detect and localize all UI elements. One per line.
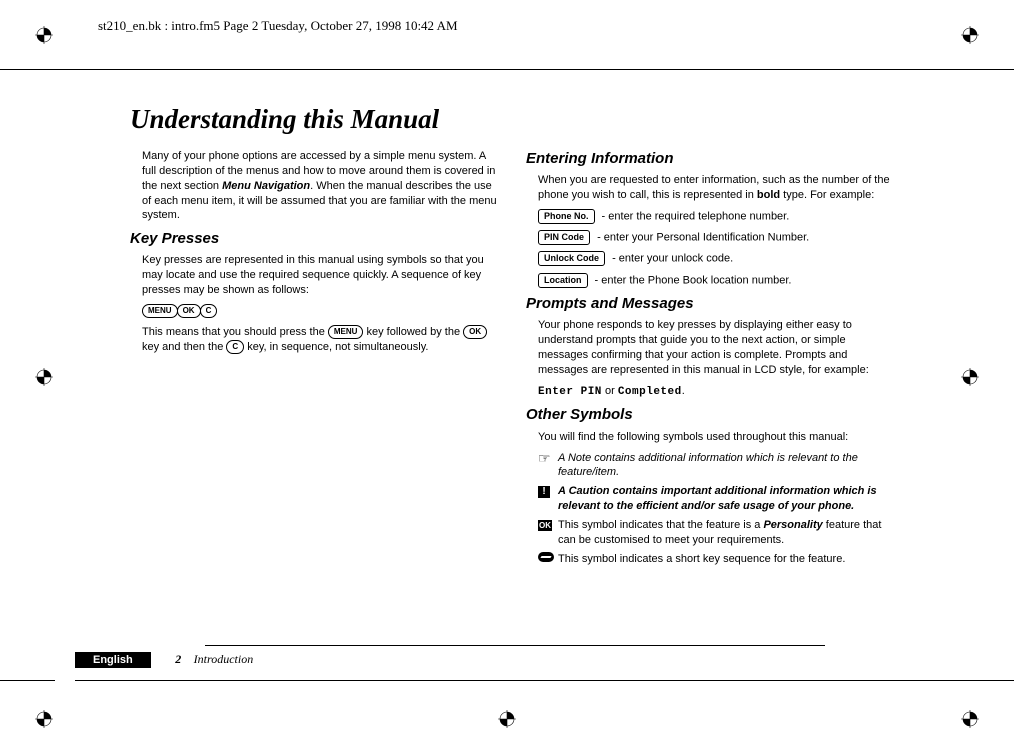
heading-other-symbols: Other Symbols [526, 405, 896, 425]
ok-key-icon: OK [177, 304, 201, 318]
lcd-text: Enter PIN [538, 386, 602, 398]
crop-mark-icon [961, 26, 979, 44]
heading-key-presses: Key Presses [130, 229, 500, 249]
crop-mark-icon [961, 368, 979, 386]
pm-example: Enter PIN or Completed. [538, 384, 896, 400]
entry-row: Phone No. - enter the required telephone… [538, 209, 896, 224]
heading-prompts: Prompts and Messages [526, 294, 896, 314]
menu-key-icon: MENU [142, 304, 178, 318]
crop-mark-icon [35, 26, 53, 44]
crop-mark-icon [35, 368, 53, 386]
left-column: Many of your phone options are accessed … [130, 149, 500, 570]
chapter-name: Introduction [194, 652, 254, 667]
intro-paragraph: Many of your phone options are accessed … [142, 149, 500, 223]
crop-mark-icon [35, 710, 53, 728]
footer-rule [75, 680, 1014, 681]
personality-row: OK This symbol indicates that the featur… [538, 518, 896, 548]
right-column: Entering Information When you are reques… [526, 149, 896, 570]
header-rule [0, 69, 1014, 70]
c-key-icon: C [200, 304, 218, 318]
pin-code-label: PIN Code [538, 230, 590, 245]
unlock-code-label: Unlock Code [538, 251, 605, 266]
pm-paragraph: Your phone responds to key presses by di… [538, 318, 896, 377]
phone-no-label: Phone No. [538, 209, 595, 224]
caution-icon: ! [538, 484, 556, 499]
page-number: 2 [175, 652, 181, 667]
shortkey-row: This symbol indicates a short key sequen… [538, 552, 896, 567]
heading-entering-info: Entering Information [526, 149, 896, 169]
kp-paragraph: Key presses are represented in this manu… [142, 253, 500, 298]
language-badge: English [75, 652, 151, 668]
entry-row: PIN Code - enter your Personal Identific… [538, 230, 896, 245]
entry-row: Unlock Code - enter your unlock code. [538, 251, 896, 266]
menu-key-icon: MENU [328, 325, 364, 339]
c-key-icon: C [226, 340, 244, 354]
ok-key-icon: OK [463, 325, 487, 339]
location-label: Location [538, 273, 588, 288]
lcd-text: Completed [618, 386, 682, 398]
page-body: Understanding this Manual Many of your p… [130, 104, 900, 570]
page-footer: English 2 Introduction [75, 645, 875, 668]
short-key-icon [538, 552, 556, 567]
ei-paragraph: When you are requested to enter informat… [538, 173, 896, 203]
entry-row: Location - enter the Phone Book location… [538, 273, 896, 288]
key-sequence: MENUOKC [142, 304, 500, 319]
kp-explain: This means that you should press the MEN… [142, 325, 500, 355]
footer-rule [0, 680, 55, 681]
ok-box-icon: OK [538, 518, 556, 533]
page-title: Understanding this Manual [130, 104, 900, 135]
os-paragraph: You will find the following symbols used… [538, 430, 896, 445]
crop-mark-icon [498, 710, 516, 728]
note-icon: ☞ [538, 451, 556, 465]
caution-row: ! A Caution contains important additiona… [538, 484, 896, 514]
running-header: st210_en.bk : intro.fm5 Page 2 Tuesday, … [98, 18, 458, 34]
crop-mark-icon [961, 710, 979, 728]
note-row: ☞ A Note contains additional information… [538, 451, 896, 481]
